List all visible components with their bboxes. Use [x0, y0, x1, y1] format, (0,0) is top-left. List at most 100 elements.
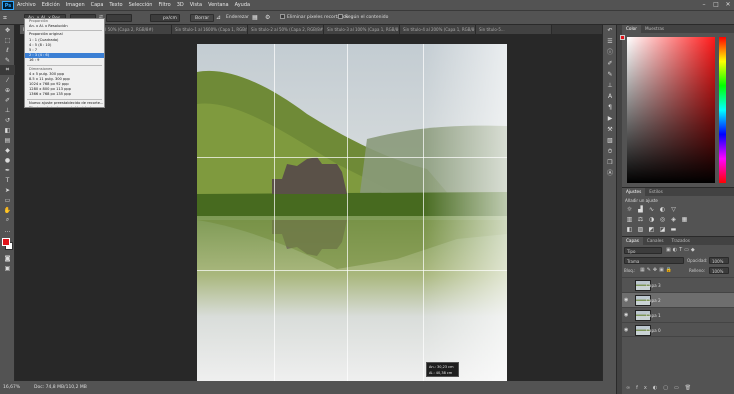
zoom-tool-icon[interactable]: ⌕ [0, 215, 15, 225]
menu-filtro[interactable]: Filtro [158, 2, 170, 8]
path-select-icon[interactable]: ➤ [0, 185, 15, 195]
brush-tool-icon[interactable]: ✐ [0, 95, 15, 105]
marquee-tool-icon[interactable]: ⬚ [0, 35, 15, 45]
menu-3d[interactable]: 3D [177, 2, 184, 8]
straighten-icon[interactable]: ⊿ [216, 14, 221, 22]
threshold-icon[interactable]: ◩ [647, 226, 656, 234]
brightness-icon[interactable]: ☼ [625, 206, 634, 214]
layer-row[interactable]: ◉ Capa 1 [622, 307, 734, 322]
menu-ayuda[interactable]: Ayuda [235, 2, 250, 8]
libraries-icon[interactable]: ❒ [603, 157, 617, 168]
stamp-tool-icon[interactable]: ⊥ [0, 105, 15, 115]
tab-swatches[interactable]: Muestras [641, 25, 668, 33]
hue-sat-icon[interactable]: ▥ [625, 216, 634, 224]
layer-filter-icons[interactable]: ▣◐T▭◆ [666, 247, 697, 253]
layer-name[interactable]: Capa 2 [646, 293, 661, 308]
hand-tool-icon[interactable]: ✋ [0, 205, 15, 215]
lock-icons[interactable]: ▦✎✥▣🔒 [640, 267, 674, 274]
tab-color[interactable]: Color [622, 25, 641, 33]
layer-row-selected[interactable]: ◉ Capa 2 [622, 292, 734, 307]
eye-icon[interactable]: ◉ [624, 327, 631, 333]
layer-name[interactable]: Capa 0 [646, 323, 661, 338]
close-button[interactable]: ✕ [722, 0, 734, 10]
brush-panel-icon[interactable]: ✐ [603, 58, 617, 69]
maximize-button[interactable]: □ [710, 0, 722, 10]
dodge-tool-icon[interactable]: ● [0, 155, 15, 165]
blur-tool-icon[interactable]: ◆ [0, 145, 15, 155]
clear-button[interactable]: Borrar [190, 14, 215, 22]
settings-gear-icon[interactable]: ⚙ [265, 14, 270, 22]
eye-icon[interactable]: ◉ [624, 312, 631, 318]
layer-row[interactable]: ◉ Capa 0 [622, 322, 734, 337]
blend-mode-select[interactable]: Trama [624, 257, 684, 264]
crop-preset-option[interactable]: 1366 x 768 px 135 ppp [25, 92, 104, 97]
posterize-icon[interactable]: ▨ [636, 226, 645, 234]
layer-row[interactable]: Capa 3 [622, 277, 734, 292]
vibrance-icon[interactable]: ▽ [669, 206, 678, 214]
color-lookup-icon[interactable]: ▦ [680, 216, 689, 224]
exposure-icon[interactable]: ◐ [658, 206, 667, 214]
eyedropper-tool-icon[interactable]: ⁄ [0, 75, 15, 85]
menu-ventana[interactable]: Ventana [208, 2, 229, 8]
fill-input[interactable]: 100% [709, 267, 729, 274]
fg-color-chip[interactable] [620, 35, 625, 40]
info-panel-icon[interactable]: ⓘ [603, 47, 617, 58]
properties-panel-icon[interactable]: ☰ [603, 36, 617, 47]
actions-panel-icon[interactable]: ▶ [603, 113, 617, 124]
paragraph-panel-icon[interactable]: ¶ [603, 102, 617, 113]
crop-preset-option[interactable]: Eliminar el ajuste preestablecido de rec… [25, 106, 104, 107]
menu-edicion[interactable]: Edición [42, 2, 60, 8]
healing-tool-icon[interactable]: ⊕ [0, 85, 15, 95]
history-brush-icon[interactable]: ↺ [0, 115, 15, 125]
curves-icon[interactable]: ∿ [647, 206, 656, 214]
character-panel-icon[interactable]: A [603, 91, 617, 102]
menu-texto[interactable]: Texto [109, 2, 122, 8]
layer-action-icons[interactable]: ∞fx◐▢▭🗑 [626, 385, 697, 391]
color-swatches[interactable] [0, 235, 14, 253]
content-aware-checkbox[interactable]: Según el contenido [338, 14, 388, 22]
lasso-tool-icon[interactable]: ℓ [0, 45, 15, 55]
photo-filter-icon[interactable]: ◎ [658, 216, 667, 224]
tab-document-5[interactable]: Sin título-3 al 100% (Capa 1, RGB/8#) [324, 25, 400, 34]
shape-tool-icon[interactable]: ▭ [0, 195, 15, 205]
zoom-level[interactable]: 16,67% [3, 381, 20, 394]
menu-seleccion[interactable]: Selección [129, 2, 153, 8]
layer-name[interactable]: Capa 3 [646, 278, 661, 293]
pen-tool-icon[interactable]: ✒ [0, 165, 15, 175]
tab-document-2[interactable]: ...al 50% (Capa 2, RGB/8#) [96, 25, 172, 34]
bw-icon[interactable]: ◑ [647, 216, 656, 224]
quick-mask-icon[interactable]: ◙ [0, 253, 15, 263]
crop-preset-option[interactable]: 16 : 9 [25, 58, 104, 63]
gradient-tool-icon[interactable]: ▤ [0, 135, 15, 145]
height-input[interactable] [106, 14, 132, 22]
levels-icon[interactable]: ▟ [636, 206, 645, 214]
move-tool-icon[interactable]: ✥ [0, 25, 15, 35]
tab-paths[interactable]: Trazados [668, 237, 694, 245]
straighten-label[interactable]: Enderezar [226, 14, 249, 22]
type-tool-icon[interactable]: T [0, 175, 15, 185]
layer-name[interactable]: Capa 1 [646, 308, 661, 323]
document-canvas[interactable] [197, 44, 507, 384]
tab-layers[interactable]: Capas [622, 237, 643, 245]
tab-document-6[interactable]: Sin título-4 al 200% (Capa 1, RGB/8#) [400, 25, 476, 34]
crop-preset-option[interactable]: An. x Al. x Resolución [25, 24, 104, 29]
tool-presets-icon[interactable]: ⚒ [603, 124, 617, 135]
menu-vista[interactable]: Vista [190, 2, 202, 8]
eraser-tool-icon[interactable]: ◧ [0, 125, 15, 135]
history-panel-icon[interactable]: ↶ [603, 25, 617, 36]
layer-filter-select[interactable]: Tipo [624, 247, 662, 254]
more-tools-icon[interactable]: … [0, 225, 15, 235]
brush-presets-icon[interactable]: ✎ [603, 69, 617, 80]
selective-color-icon[interactable]: ◪ [658, 226, 667, 234]
foreground-color-swatch[interactable] [2, 238, 10, 246]
overlay-grid-icon[interactable]: ▦ [252, 14, 258, 22]
clone-source-icon[interactable]: ⊥ [603, 80, 617, 91]
color-balance-icon[interactable]: ⚖ [636, 216, 645, 224]
opacity-input[interactable]: 100% [709, 257, 729, 264]
screen-mode-icon[interactable]: ▣ [0, 263, 15, 273]
tab-channels[interactable]: Canales [643, 237, 668, 245]
tab-adjustments[interactable]: Ajustes [622, 188, 646, 196]
tab-document-7[interactable]: Sin título-5... [476, 25, 552, 34]
invert-icon[interactable]: ◧ [625, 226, 634, 234]
menu-archivo[interactable]: Archivo [17, 2, 36, 8]
